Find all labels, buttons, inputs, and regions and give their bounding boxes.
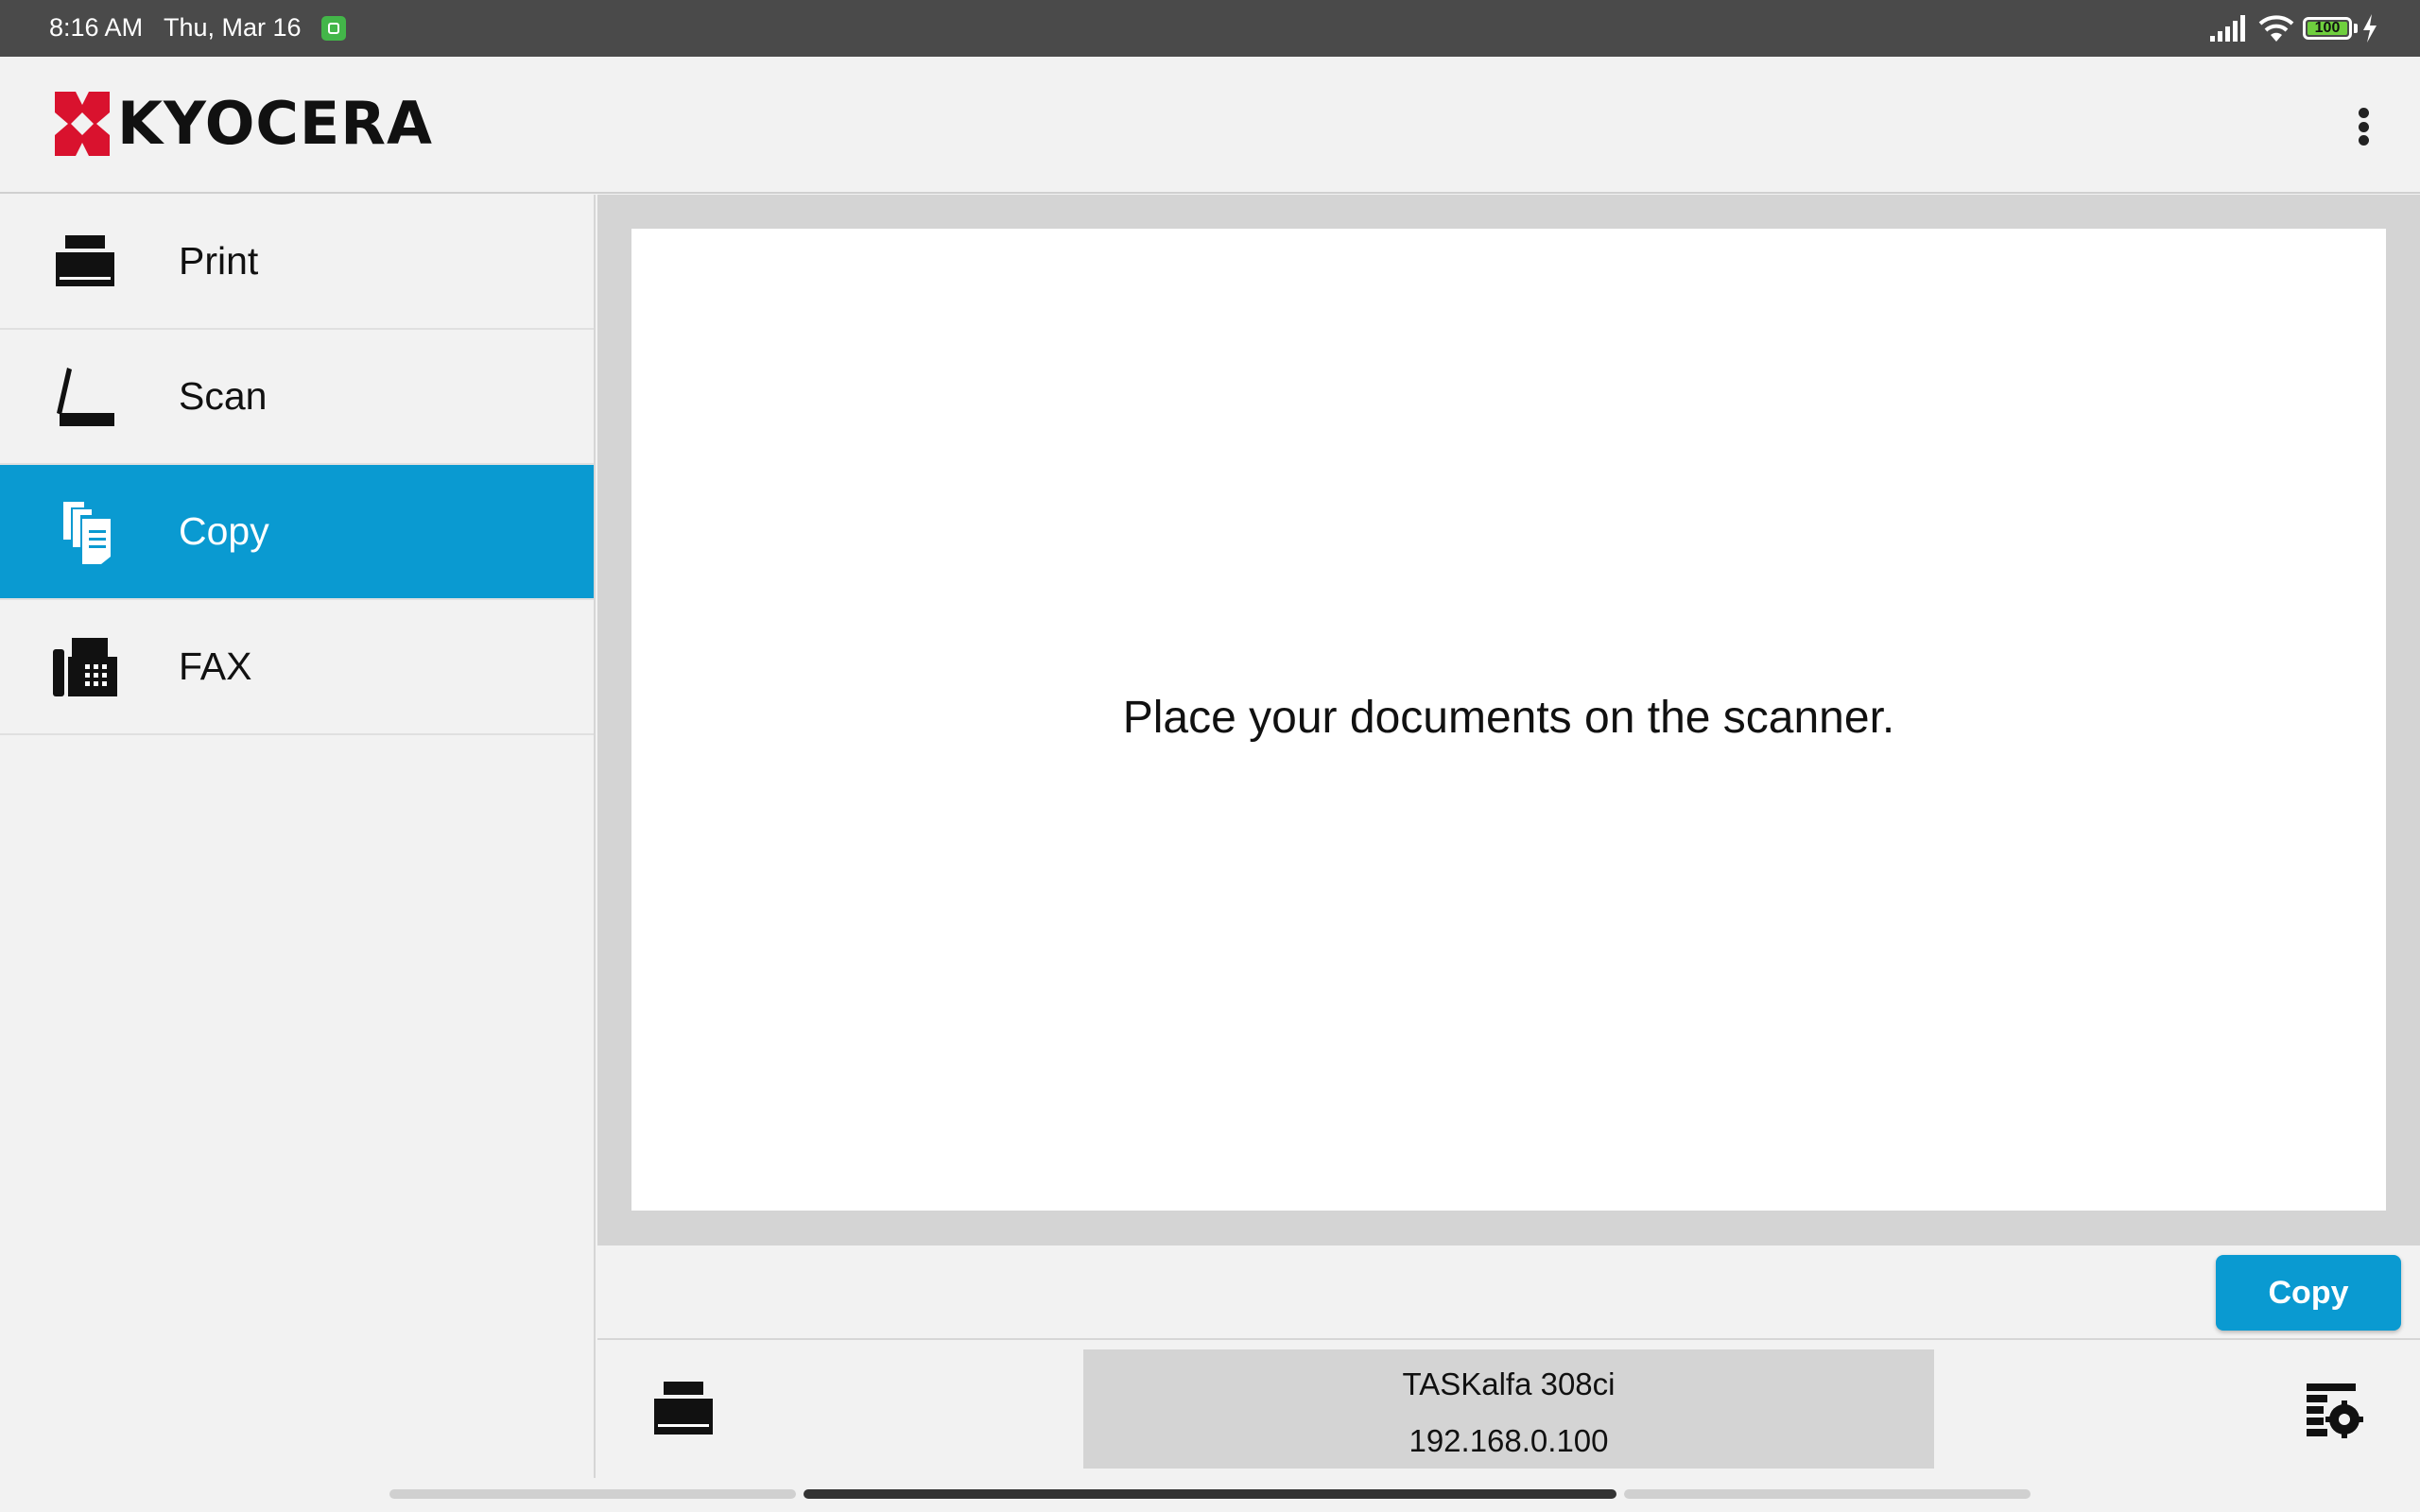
fax-icon [47, 629, 123, 705]
action-bar [597, 1246, 2420, 1340]
scan-preview-area: Place your documents on the scanner. [631, 229, 2386, 1211]
sidebar-item-copy[interactable]: Copy [0, 465, 594, 600]
gesture-handle-right [1624, 1489, 2031, 1499]
sidebar-item-print[interactable]: Print [0, 195, 594, 330]
device-ip: 192.168.0.100 [1409, 1423, 1609, 1458]
gesture-handle-left [389, 1489, 796, 1499]
printer-icon [47, 224, 123, 300]
app-header: KYOCERA [0, 57, 2420, 194]
status-time: 8:16 AM [49, 13, 144, 42]
charging-bolt-icon [2363, 14, 2377, 43]
scanner-icon [47, 359, 123, 435]
gesture-nav-bar [0, 1478, 2420, 1512]
sidebar-item-scan[interactable]: Scan [0, 330, 594, 465]
preview-message: Place your documents on the scanner. [1122, 693, 1895, 743]
battery-level: 100 [2308, 21, 2347, 36]
sidebar: Print Scan Copy FAX [0, 195, 596, 1478]
kyocera-logo: KYOCERA [55, 92, 433, 156]
battery-tip [2354, 24, 2358, 33]
status-date: Thu, Mar 16 [164, 13, 302, 42]
cell-signal-icon [2210, 15, 2245, 42]
wifi-icon [2258, 15, 2294, 42]
brand-name: KYOCERA [117, 89, 434, 158]
notification-icon [321, 16, 346, 41]
sidebar-item-label: FAX [179, 644, 252, 688]
sidebar-item-fax[interactable]: FAX [0, 600, 594, 735]
settings-icon[interactable] [2305, 1382, 2363, 1438]
sidebar-item-label: Copy [179, 509, 269, 553]
kyocera-logo-icon [55, 92, 110, 156]
gesture-handle[interactable] [804, 1489, 1616, 1499]
status-bar: 8:16 AM Thu, Mar 16 100 [0, 0, 2420, 57]
device-printer-icon[interactable] [652, 1380, 715, 1438]
more-options-icon[interactable] [2344, 102, 2382, 151]
copy-documents-icon [47, 494, 123, 570]
copy-button[interactable]: Copy [2216, 1255, 2401, 1331]
device-selector[interactable]: TASKalfa 308ci 192.168.0.100 [1083, 1349, 1934, 1469]
sidebar-item-label: Print [179, 239, 259, 283]
battery-icon: 100 [2303, 17, 2352, 40]
sidebar-item-label: Scan [179, 374, 268, 418]
device-name: TASKalfa 308ci [1402, 1366, 1616, 1401]
